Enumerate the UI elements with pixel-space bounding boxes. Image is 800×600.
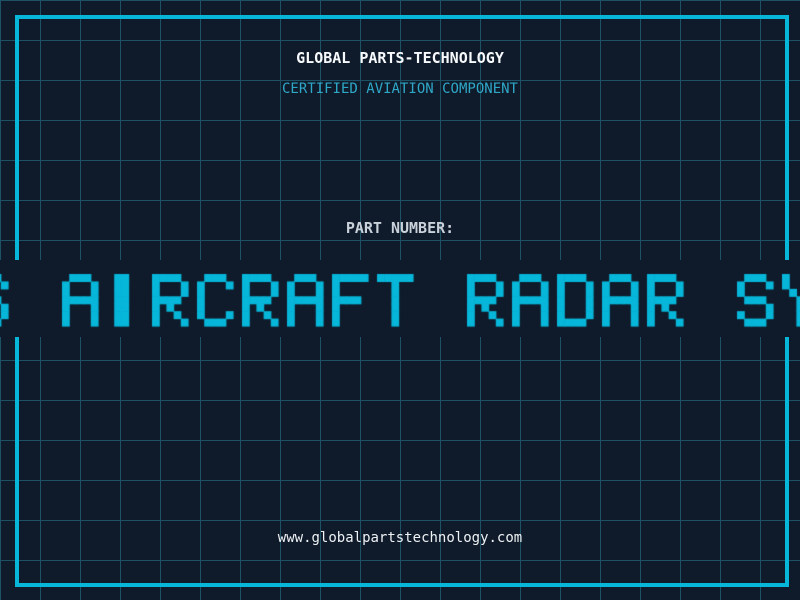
website-url: www.globalpartstechnology.com bbox=[277, 530, 523, 546]
certification-subtitle: CERTIFIED AVIATION COMPONENT bbox=[281, 81, 518, 97]
company-title: GLOBAL PARTS-TECHNOLOGY bbox=[296, 49, 504, 67]
part-number-marquee-text bbox=[0, 260, 800, 337]
part-number-label: PART NUMBER: bbox=[345, 219, 455, 237]
marquee-band bbox=[0, 260, 800, 337]
page: GLOBAL PARTS-TECHNOLOGY CERTIFIED AVIATI… bbox=[0, 0, 800, 600]
